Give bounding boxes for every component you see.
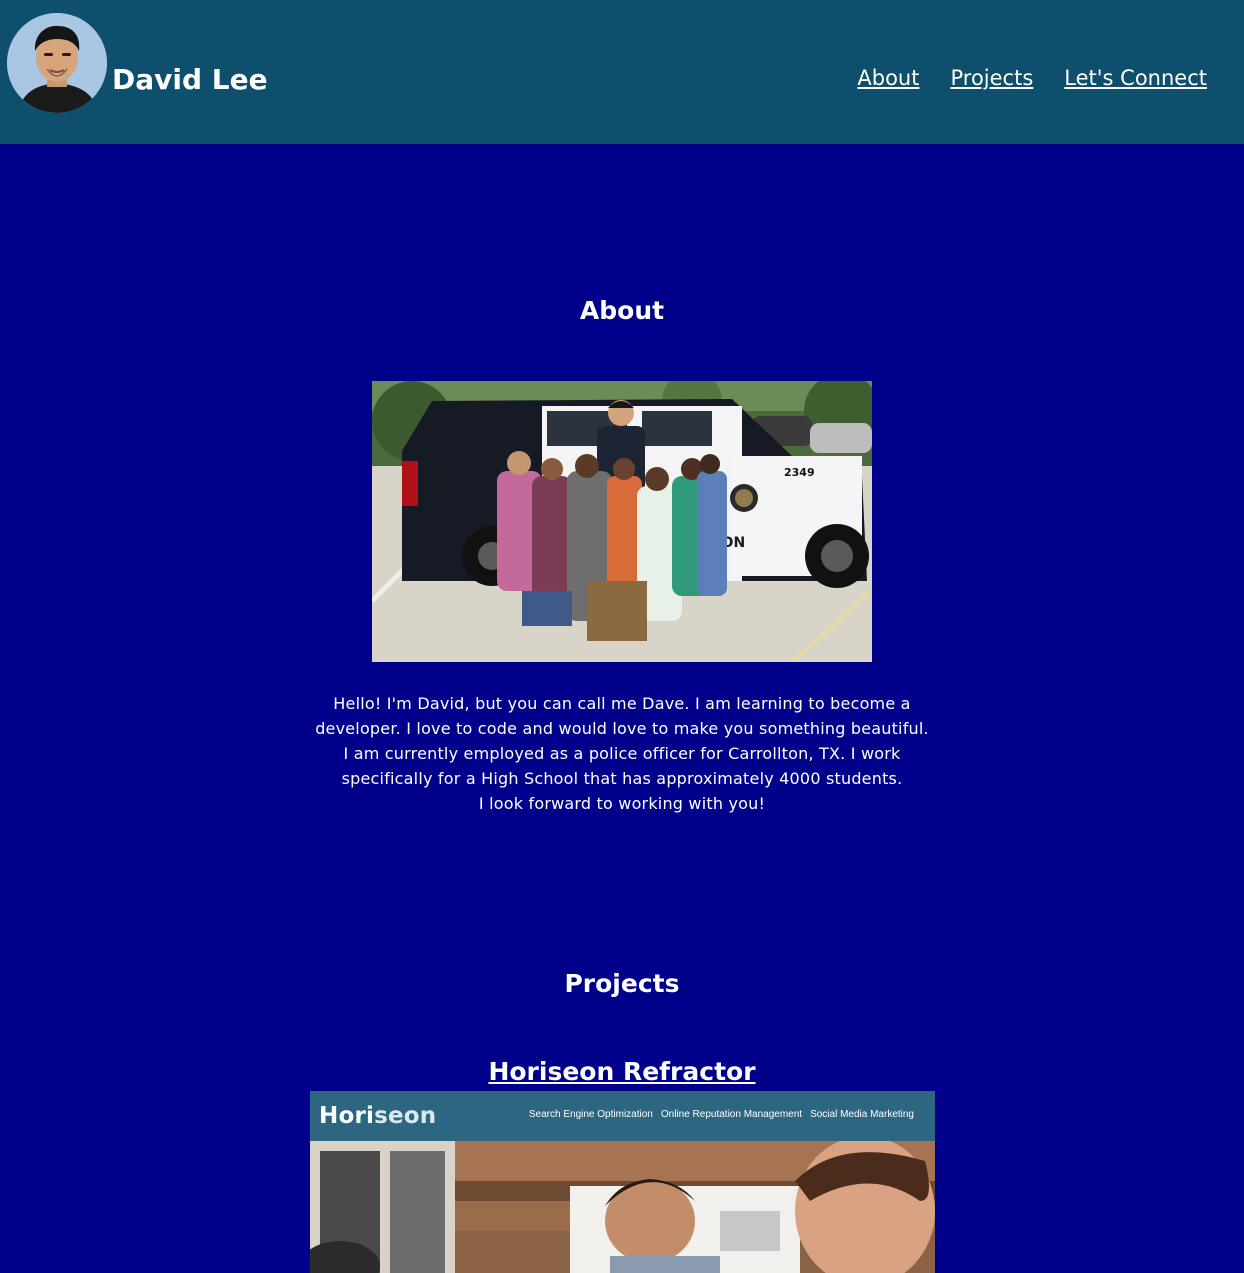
- screenshot-nav: Search Engine Optimization Online Reputa…: [529, 1108, 914, 1122]
- project-title: Horiseon Refractor: [0, 1055, 1244, 1089]
- screenshot-logo: Horiseon: [319, 1103, 437, 1129]
- project-link-horiseon-refractor[interactable]: Horiseon Refractor: [488, 1057, 755, 1086]
- main-nav: About Projects Let's Connect: [857, 62, 1207, 94]
- about-paragraph: I am currently employed as a police offi…: [341, 744, 903, 788]
- about-description: Hello! I'm David, but you can call me Da…: [300, 691, 944, 816]
- projects-heading: Projects: [564, 969, 680, 998]
- about-paragraph: Hello! I'm David, but you can call me Da…: [315, 694, 929, 738]
- site-owner-name: David Lee: [112, 63, 268, 96]
- screenshot-hero-image: [310, 1141, 935, 1273]
- about-photo: 2349 TON: [372, 381, 872, 662]
- site-header: David Lee About Projects Let's Connect: [0, 0, 1244, 144]
- about-heading: About: [579, 296, 665, 325]
- screenshot-header: Horiseon Search Engine Optimization Onli…: [310, 1091, 935, 1141]
- nav-link-projects[interactable]: Projects: [950, 62, 1033, 94]
- nav-link-about[interactable]: About: [857, 62, 919, 94]
- profile-avatar: [7, 13, 107, 113]
- project-screenshot[interactable]: Horiseon Search Engine Optimization Onli…: [310, 1091, 935, 1273]
- photo-unit-number: 2349: [784, 466, 815, 479]
- screenshot-nav-item: Social Media Marketing: [810, 1109, 914, 1120]
- nav-link-lets-connect[interactable]: Let's Connect: [1064, 62, 1207, 94]
- screenshot-nav-item: Online Reputation Management: [660, 1109, 803, 1120]
- about-paragraph: I look forward to working with you!: [478, 794, 766, 813]
- screenshot-nav-item: Search Engine Optimization: [528, 1109, 653, 1120]
